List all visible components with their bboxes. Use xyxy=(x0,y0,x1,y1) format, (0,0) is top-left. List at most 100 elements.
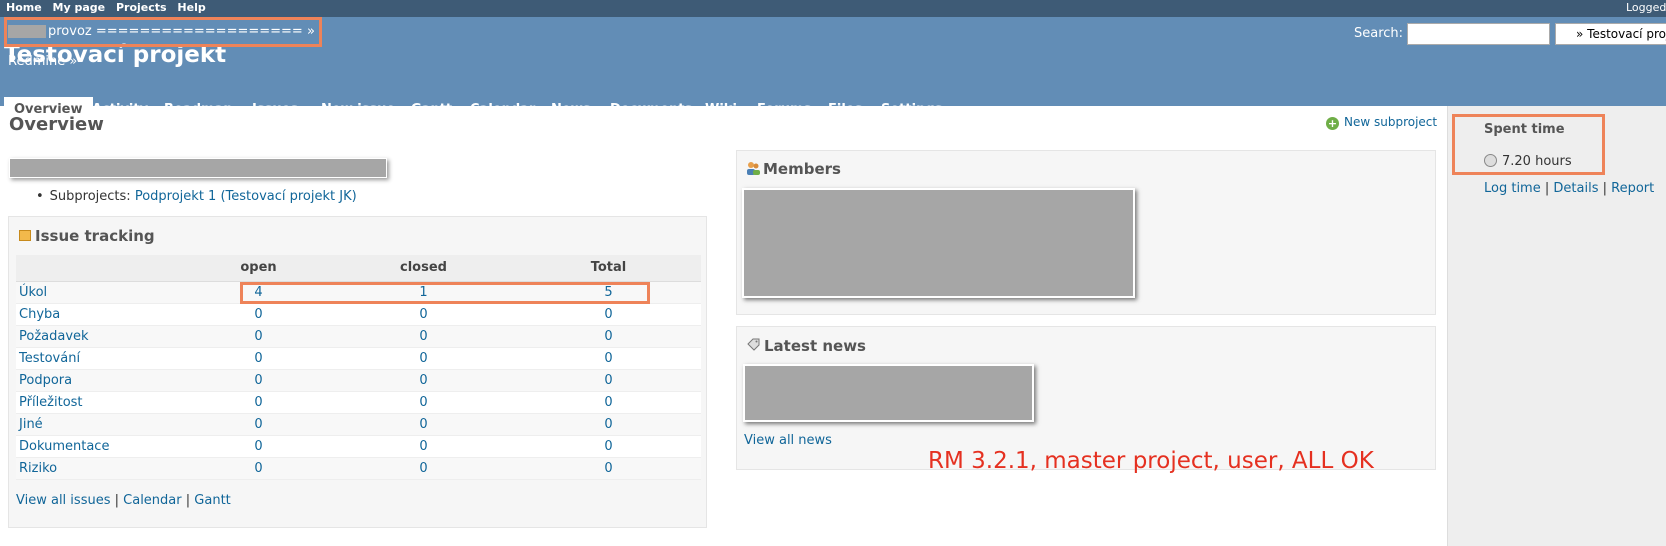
total-count-link[interactable]: 0 xyxy=(604,307,612,322)
closed-count-link[interactable]: 0 xyxy=(419,351,427,366)
new-subproject-link[interactable]: + New subproject xyxy=(1326,115,1437,130)
calendar-link[interactable]: Calendar xyxy=(123,493,181,508)
clock-icon xyxy=(1484,154,1497,167)
tracker-name-link[interactable]: Dokumentace xyxy=(19,439,109,454)
table-cell: 0 xyxy=(516,391,701,414)
closed-count-link[interactable]: 0 xyxy=(419,439,427,454)
total-count-link[interactable]: 5 xyxy=(604,285,612,300)
table-cell: 0 xyxy=(186,347,331,370)
closed-count-link[interactable]: 0 xyxy=(419,461,427,476)
closed-count-link[interactable]: 0 xyxy=(419,329,427,344)
issue-table-body: Úkol 4 1 5 Chyba 0 0 0 Požadavek 0 0 0 Testování 0 0 0 P… xyxy=(16,281,701,480)
table-cell: Podpora xyxy=(16,369,186,392)
open-count-link[interactable]: 0 xyxy=(254,307,262,322)
new-subproject-label: New subproject xyxy=(1344,115,1438,129)
table-cell: 0 xyxy=(331,435,516,458)
open-count-link[interactable]: 0 xyxy=(254,417,262,432)
table-cell: 0 xyxy=(186,369,331,392)
redacted-description xyxy=(9,158,387,178)
top-menu: Home My page Projects Help Logged xyxy=(0,0,1666,17)
details-link[interactable]: Details xyxy=(1553,181,1598,196)
tab-issues[interactable]: Issues xyxy=(242,97,308,123)
tracker-name-link[interactable]: Požadavek xyxy=(19,329,89,344)
issues-icon xyxy=(19,230,31,241)
table-cell: 0 xyxy=(516,325,701,348)
total-count-link[interactable]: 0 xyxy=(604,439,612,454)
total-count-link[interactable]: 0 xyxy=(604,373,612,388)
open-count-link[interactable]: 0 xyxy=(254,461,262,476)
open-count-link[interactable]: 0 xyxy=(254,329,262,344)
table-cell: Testování xyxy=(16,347,186,370)
table-cell: 0 xyxy=(516,303,701,326)
closed-count-link[interactable]: 0 xyxy=(419,373,427,388)
table-cell: 1 xyxy=(331,281,516,304)
issue-table: open closed Total Úkol 4 1 5 Chyba 0 0 0 Požadav… xyxy=(16,255,701,480)
open-count-link[interactable]: 0 xyxy=(254,395,262,410)
subproject-link[interactable]: Podprojekt 1 (Testovací projekt JK) xyxy=(135,189,357,204)
news-title: Latest news xyxy=(764,337,866,355)
table-cell: Dokumentace xyxy=(16,435,186,458)
top-menu-links: Home My page Projects Help xyxy=(6,1,213,14)
tab-files[interactable]: Files xyxy=(818,97,872,123)
news-icon xyxy=(747,338,760,351)
table-cell: 4 xyxy=(186,281,331,304)
top-menu-my-page[interactable]: My page xyxy=(53,1,106,14)
view-all-issues-link[interactable]: View all issues xyxy=(16,493,110,508)
total-count-link[interactable]: 0 xyxy=(604,329,612,344)
closed-count-link[interactable]: 0 xyxy=(419,417,427,432)
subprojects-label: Subprojects: xyxy=(49,189,131,204)
tab-new-issue[interactable]: New issue xyxy=(311,97,405,123)
column-header-open: open xyxy=(186,255,331,282)
table-row: Požadavek 0 0 0 xyxy=(16,325,701,348)
table-cell: 0 xyxy=(186,413,331,436)
tracker-name-link[interactable]: Testování xyxy=(19,351,80,366)
table-row: Dokumentace 0 0 0 xyxy=(16,435,701,458)
project-jump-select[interactable]: » Testovací proj xyxy=(1555,23,1666,45)
open-count-link[interactable]: 0 xyxy=(254,373,262,388)
sidebar: Spent time 7.20 hours Log time | Details… xyxy=(1447,106,1666,546)
total-count-link[interactable]: 0 xyxy=(604,461,612,476)
logged-as: Logged xyxy=(1626,1,1666,14)
tab-forums[interactable]: Forums xyxy=(747,97,821,123)
tab-news[interactable]: News xyxy=(541,97,600,123)
table-cell: Příležitost xyxy=(16,391,186,414)
top-menu-projects[interactable]: Projects xyxy=(116,1,167,14)
top-menu-home[interactable]: Home xyxy=(6,1,42,14)
total-count-link[interactable]: 0 xyxy=(604,417,612,432)
tracker-name-link[interactable]: Podpora xyxy=(19,373,72,388)
search-input[interactable] xyxy=(1407,23,1550,45)
closed-count-link[interactable]: 0 xyxy=(419,395,427,410)
annotation-text: RM 3.2.1, master project, user, ALL OK xyxy=(928,448,1374,474)
tracker-name-link[interactable]: Chyba xyxy=(19,307,60,322)
subprojects-line: • Subprojects: Podprojekt 1 (Testovací pr… xyxy=(36,189,357,204)
tracker-name-link[interactable]: Příležitost xyxy=(19,395,83,410)
table-cell: Riziko xyxy=(16,457,186,480)
closed-count-link[interactable]: 1 xyxy=(419,285,427,300)
open-count-link[interactable]: 0 xyxy=(254,439,262,454)
tab-roadmap[interactable]: Roadmap xyxy=(154,97,243,123)
open-count-link[interactable]: 4 xyxy=(254,285,262,300)
table-row: Úkol 4 1 5 xyxy=(16,281,701,304)
table-row: Testování 0 0 0 xyxy=(16,347,701,370)
total-count-link[interactable]: 0 xyxy=(604,351,612,366)
table-cell: 0 xyxy=(516,369,701,392)
tab-wiki[interactable]: Wiki xyxy=(695,97,747,123)
page-title: Overview xyxy=(9,114,104,135)
open-count-link[interactable]: 0 xyxy=(254,351,262,366)
log-time-link[interactable]: Log time xyxy=(1484,181,1541,196)
total-count-link[interactable]: 0 xyxy=(604,395,612,410)
closed-count-link[interactable]: 0 xyxy=(419,307,427,322)
separator: | xyxy=(1602,181,1608,196)
top-menu-help[interactable]: Help xyxy=(177,1,205,14)
gantt-link[interactable]: Gantt xyxy=(194,493,230,508)
tracker-name-link[interactable]: Jiné xyxy=(19,417,43,432)
tab-settings[interactable]: Settings xyxy=(871,97,952,123)
tab-gantt[interactable]: Gantt xyxy=(401,97,462,123)
report-link[interactable]: Report xyxy=(1611,181,1654,196)
tracker-name-link[interactable]: Úkol xyxy=(19,285,47,300)
view-all-news-link[interactable]: View all news xyxy=(744,433,832,448)
tab-calendar[interactable]: Calendar xyxy=(460,97,545,123)
tab-documents[interactable]: Documents xyxy=(600,97,702,123)
tracker-name-link[interactable]: Riziko xyxy=(19,461,57,476)
table-cell: 0 xyxy=(186,457,331,480)
